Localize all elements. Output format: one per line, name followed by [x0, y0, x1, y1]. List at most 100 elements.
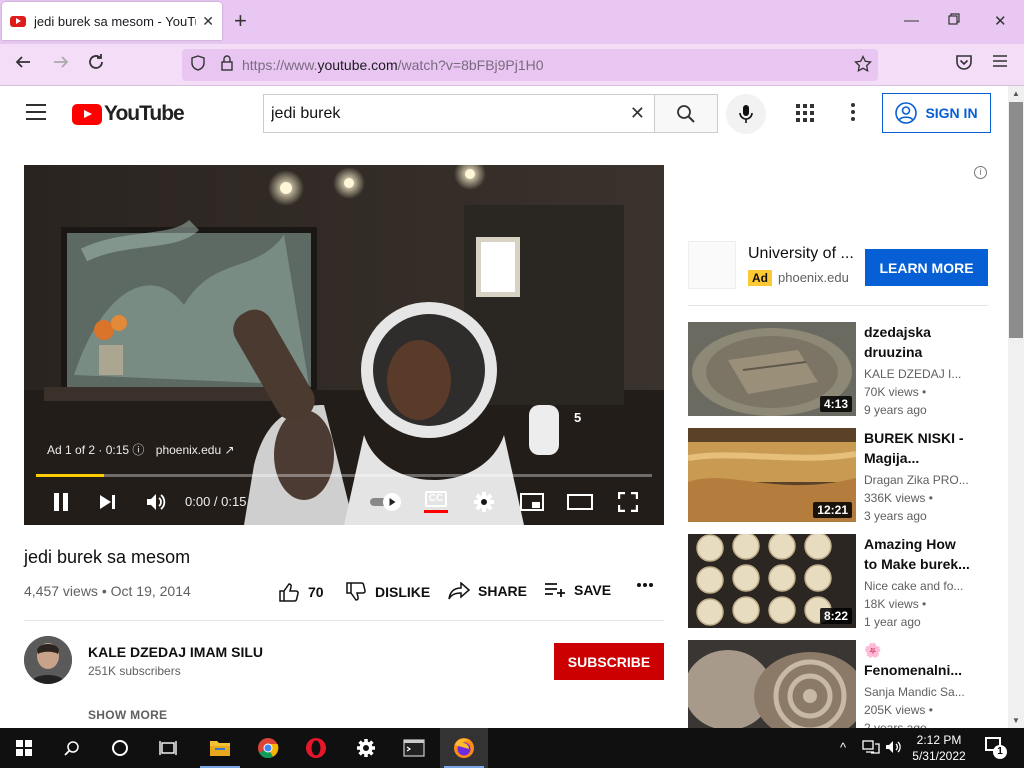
share-button[interactable]: SHARE [448, 582, 527, 600]
sign-in-button[interactable]: SIGN IN [882, 93, 991, 133]
close-window-icon[interactable]: ✕ [994, 12, 1007, 30]
browser-tab-active[interactable]: jedi burek sa mesom - YouTube ✕ [2, 2, 222, 40]
miniplayer-icon[interactable] [520, 489, 544, 515]
guide-menu-icon[interactable] [26, 104, 46, 120]
url-text[interactable]: https://www.youtube.com/watch?v=8bFBj9Pj… [242, 57, 544, 73]
tab-title: jedi burek sa mesom - YouTube [34, 13, 196, 29]
recommendation-item[interactable]: 4:13 dzedajska druuzina KALE DZEDAJ I... … [688, 322, 1000, 418]
back-arrow-icon[interactable] [14, 53, 32, 76]
recommendation-views: 205K views • [864, 703, 933, 717]
settings-kebab-icon[interactable] [850, 102, 856, 127]
save-button[interactable]: SAVE [544, 582, 611, 598]
network-icon[interactable] [862, 740, 880, 757]
player-controls: 0:00 / 0:15 CC [24, 483, 664, 525]
recommendation-title[interactable]: 🌸 Fenomenalni... [864, 640, 986, 680]
next-track-icon[interactable] [96, 489, 118, 515]
youtube-favicon-icon [10, 15, 26, 27]
progress-bar[interactable] [36, 474, 652, 477]
new-tab-icon[interactable]: + [234, 10, 247, 32]
recommendation-title[interactable]: Amazing How to Make burek... [864, 534, 986, 574]
voice-search-button[interactable] [726, 94, 766, 134]
restore-icon[interactable] [948, 12, 960, 29]
title-line: Amazing How [864, 536, 956, 552]
learn-more-button[interactable]: LEARN MORE [865, 249, 988, 286]
scroll-down-icon[interactable]: ▼ [1012, 716, 1020, 725]
page-scrollbar[interactable]: ▲ ▼ [1008, 86, 1024, 728]
volume-tray-icon[interactable] [885, 740, 903, 757]
cortana-icon[interactable] [96, 728, 144, 768]
recommendation-item[interactable]: 🌸 Fenomenalni... Sanja Mandic Sa... 205K … [688, 640, 1000, 736]
show-more-button[interactable]: SHOW MORE [88, 708, 167, 722]
search-button[interactable] [654, 94, 718, 133]
bookmark-star-icon[interactable] [854, 54, 872, 77]
thumbs-down-icon [346, 582, 366, 601]
url-bar[interactable]: https://www.youtube.com/watch?v=8bFBj9Pj… [182, 49, 878, 81]
taskbar-search-icon[interactable] [48, 728, 96, 768]
settings-gear-icon[interactable] [472, 489, 496, 515]
advertiser-logo[interactable] [688, 241, 736, 289]
clear-search-icon[interactable]: ✕ [630, 103, 645, 124]
fullscreen-icon[interactable] [616, 489, 640, 515]
video-thumbnail[interactable] [688, 640, 856, 734]
task-view-icon[interactable] [144, 728, 192, 768]
recommendation-title[interactable]: dzedajska druuzina [864, 322, 986, 362]
reload-icon[interactable] [87, 53, 105, 76]
scroll-up-icon[interactable]: ▲ [1012, 89, 1020, 98]
windows-start-icon[interactable] [0, 728, 48, 768]
dislike-button[interactable]: DISLIKE [345, 582, 430, 602]
channel-name[interactable]: KALE DZEDAJ IMAM SILU [88, 644, 263, 660]
recommendation-channel: Dragan Zika PRO... [864, 473, 969, 487]
autoplay-toggle[interactable] [368, 489, 404, 515]
pocket-icon[interactable] [955, 53, 973, 76]
search-box[interactable]: ✕ [263, 94, 655, 133]
video-thumbnail[interactable]: 4:13 [688, 322, 856, 416]
youtube-logo[interactable]: YouTube [72, 102, 185, 126]
channel-avatar[interactable] [24, 636, 72, 684]
youtube-wordmark: YouTube [104, 102, 185, 125]
search-input[interactable] [271, 104, 611, 123]
info-icon[interactable]: ⓘ [132, 443, 144, 457]
pause-icon[interactable] [50, 489, 72, 515]
recommendation-item[interactable]: 8:22 Amazing How to Make burek... Nice ca… [688, 534, 1000, 630]
ad-info-icon[interactable]: i [974, 166, 987, 179]
theater-mode-icon[interactable] [567, 489, 593, 515]
title-line: BUREK NISKI - [864, 430, 964, 446]
windows-taskbar: ^ 2:12 PM 5/31/2022 1 [0, 728, 1024, 768]
video-thumbnail[interactable]: 12:21 [688, 428, 856, 522]
url-prefix: https://www. [242, 57, 318, 73]
app-menu-icon[interactable] [992, 53, 1008, 74]
like-button[interactable]: 70 [278, 582, 324, 602]
minimize-icon[interactable]: — [904, 12, 919, 29]
taskbar-clock[interactable]: 2:12 PM 5/31/2022 [905, 732, 973, 764]
settings-gear-taskbar-icon[interactable] [342, 728, 390, 768]
subscribe-button[interactable]: SUBSCRIBE [554, 643, 664, 680]
recommendation-item[interactable]: 12:21 BUREK NISKI - Magija... Dragan Zika… [688, 428, 1000, 524]
show-hidden-icons-chevron-icon[interactable]: ^ [840, 740, 846, 755]
close-tab-icon[interactable]: ✕ [202, 13, 214, 30]
like-count: 70 [308, 584, 324, 600]
notification-count: 1 [993, 745, 1007, 759]
volume-icon[interactable] [144, 489, 168, 515]
video-player[interactable]: Ad 1 of 2 · 0:15 ⓘ phoenix.edu ↗ 5 0:00 … [24, 165, 664, 525]
more-actions-icon[interactable] [636, 582, 654, 588]
forward-arrow-icon[interactable] [52, 53, 70, 76]
opera-icon[interactable] [292, 728, 340, 768]
title-line: Magija... [864, 450, 920, 466]
terminal-icon[interactable] [390, 728, 438, 768]
ad-title[interactable]: University of ... [748, 245, 854, 263]
file-explorer-icon[interactable] [196, 728, 244, 768]
scrollbar-thumb[interactable] [1009, 102, 1023, 338]
lock-icon[interactable] [220, 55, 234, 75]
recommendation-channel: KALE DZEDAJ I... [864, 367, 962, 381]
shield-icon[interactable] [190, 55, 206, 75]
skip-countdown: 5 [574, 410, 582, 425]
ad-domain-link[interactable]: phoenix.edu [156, 443, 221, 457]
chrome-icon[interactable] [244, 728, 292, 768]
sidebar-divider [688, 305, 988, 306]
closed-captions-button[interactable]: CC [424, 489, 448, 515]
firefox-icon[interactable] [440, 728, 488, 768]
recommendation-title[interactable]: BUREK NISKI - Magija... [864, 428, 986, 468]
apps-grid-icon[interactable] [796, 104, 814, 127]
video-thumbnail[interactable]: 8:22 [688, 534, 856, 628]
recommendation-views: 18K views • [864, 597, 927, 611]
